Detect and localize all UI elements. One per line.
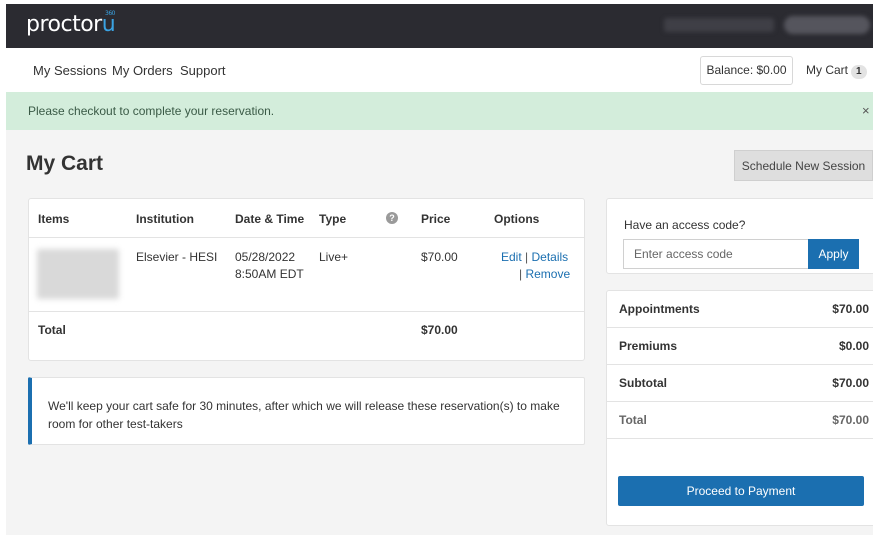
row-type: Live+ bbox=[319, 250, 349, 264]
row-options-line2: | Remove bbox=[519, 266, 570, 283]
row-time: 8:50AM EDT bbox=[235, 267, 304, 281]
checkout-alert: Please checkout to complete your reserva… bbox=[6, 92, 873, 130]
cart-table: Items Institution Date & Time Type ? Pri… bbox=[28, 198, 585, 361]
summary-label: Subtotal bbox=[619, 376, 667, 390]
nav-support[interactable]: Support bbox=[180, 63, 226, 78]
nav-my-orders[interactable]: My Orders bbox=[112, 63, 173, 78]
total-value: $70.00 bbox=[421, 323, 458, 337]
summary-label: Appointments bbox=[619, 302, 700, 316]
separator: | bbox=[519, 267, 523, 281]
total-label: Total bbox=[38, 323, 66, 337]
top-header: proctoru 360 bbox=[6, 4, 873, 48]
blurred-user-menu[interactable] bbox=[784, 16, 870, 34]
summary-row-subtotal: Subtotal $70.00 bbox=[607, 365, 873, 402]
details-link[interactable]: Details bbox=[532, 250, 569, 264]
row-divider bbox=[29, 311, 584, 312]
summary-label: Total bbox=[619, 413, 647, 427]
my-cart-label: My Cart bbox=[806, 63, 848, 77]
row-institution: Elsevier - HESI bbox=[136, 250, 218, 264]
blurred-user-info bbox=[664, 18, 774, 32]
summary-label: Premiums bbox=[619, 339, 678, 353]
schedule-new-session-button[interactable]: Schedule New Session bbox=[734, 150, 873, 181]
summary-value: $70.00 bbox=[832, 302, 869, 316]
row-divider bbox=[29, 237, 584, 238]
main-content: My Cart Schedule New Session Items Insti… bbox=[6, 130, 873, 535]
edit-link[interactable]: Edit bbox=[501, 250, 522, 264]
apply-button[interactable]: Apply bbox=[808, 239, 859, 269]
separator: | bbox=[525, 250, 529, 264]
col-options: Options bbox=[494, 212, 540, 226]
nav-my-sessions[interactable]: My Sessions bbox=[33, 63, 107, 78]
col-price: Price bbox=[421, 212, 451, 226]
help-icon[interactable]: ? bbox=[386, 212, 398, 224]
summary-value: $0.00 bbox=[838, 339, 869, 353]
summary-value: $70.00 bbox=[832, 413, 869, 427]
access-code-input[interactable] bbox=[623, 239, 809, 269]
close-icon[interactable]: × bbox=[862, 103, 870, 118]
page-title: My Cart bbox=[26, 152, 104, 175]
logo-sub: 360 bbox=[105, 10, 115, 17]
summary-value: $70.00 bbox=[832, 376, 869, 390]
row-options-line1: Edit | Details bbox=[501, 249, 568, 266]
remove-link[interactable]: Remove bbox=[525, 267, 570, 281]
cart-count-badge: 1 bbox=[851, 65, 867, 79]
row-date: 05/28/2022 bbox=[235, 250, 296, 264]
summary-row-appointments: Appointments $70.00 bbox=[607, 291, 873, 328]
proceed-to-payment-button[interactable]: Proceed to Payment bbox=[618, 476, 864, 506]
col-type: Type bbox=[319, 212, 347, 226]
cart-hold-notice: We'll keep your cart safe for 30 minutes… bbox=[28, 377, 585, 445]
summary-row-total: Total $70.00 bbox=[607, 402, 873, 439]
access-code-card: Have an access code? Apply bbox=[606, 198, 873, 274]
balance-button[interactable]: Balance: $0.00 bbox=[700, 56, 793, 85]
my-cart-link[interactable]: My Cart 1 bbox=[806, 63, 867, 79]
logo-text: proctor bbox=[26, 12, 102, 37]
nav-bar: My Sessions My Orders Support Balance: $… bbox=[6, 48, 873, 92]
proctoru-logo[interactable]: proctoru 360 bbox=[26, 10, 116, 37]
blurred-item-info bbox=[37, 249, 119, 299]
col-items: Items bbox=[38, 212, 70, 226]
notice-text: We'll keep your cart safe for 30 minutes… bbox=[48, 399, 560, 431]
row-price: $70.00 bbox=[421, 250, 458, 264]
col-date-time: Date & Time bbox=[235, 212, 305, 226]
alert-message: Please checkout to complete your reserva… bbox=[28, 104, 275, 118]
col-institution: Institution bbox=[136, 212, 194, 226]
access-code-label: Have an access code? bbox=[624, 218, 746, 232]
summary-row-premiums: Premiums $0.00 bbox=[607, 328, 873, 365]
order-summary: Appointments $70.00 Premiums $0.00 Subto… bbox=[606, 290, 873, 526]
